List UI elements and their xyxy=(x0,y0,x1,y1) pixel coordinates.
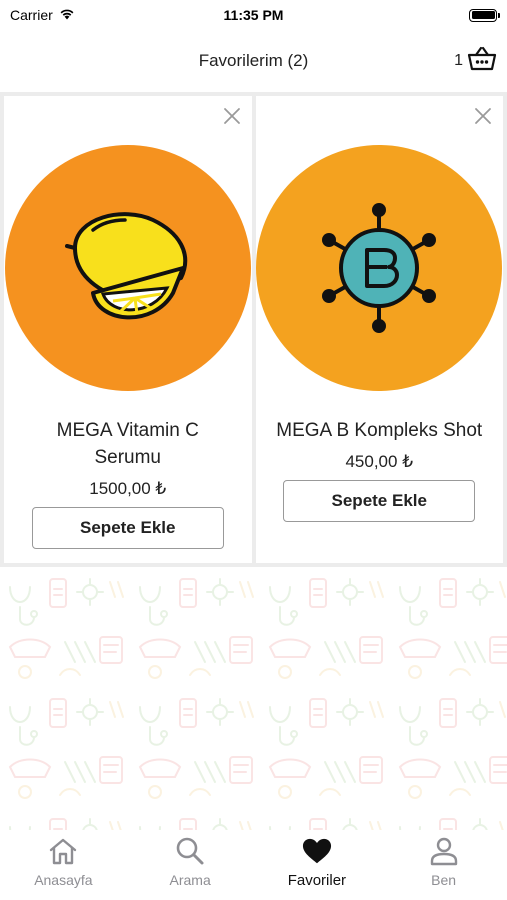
person-icon xyxy=(429,836,459,866)
battery-icon xyxy=(469,8,500,22)
tab-arama[interactable]: Arama xyxy=(127,830,254,900)
cart-count: 1 xyxy=(454,51,463,69)
add-to-cart-button[interactable]: Sepete Ekle xyxy=(31,507,224,549)
product-price: 1500,00 ₺ xyxy=(89,479,167,498)
product-name-line2: Serumu xyxy=(94,447,161,468)
navigation-header: Favorilerim (2) 1 xyxy=(0,30,507,92)
wifi-icon xyxy=(59,7,75,23)
tab-ben[interactable]: Ben xyxy=(380,830,507,900)
tab-anasayfa[interactable]: Anasayfa xyxy=(0,830,127,900)
heart-icon xyxy=(302,836,332,866)
product-card[interactable]: MEGA Vitamin C Serumu 1500,00 ₺ Sepete E… xyxy=(4,96,252,563)
b-complex-molecule-icon xyxy=(322,203,437,333)
product-name[interactable]: MEGA B Kompleks Shot xyxy=(266,417,492,444)
tab-label: Favoriler xyxy=(287,872,347,889)
status-right xyxy=(377,8,500,22)
product-name[interactable]: MEGA Vitamin C Serumu xyxy=(47,417,209,471)
remove-favorite-button[interactable] xyxy=(222,106,242,126)
status-time: 11:35 PM xyxy=(223,7,284,23)
favorites-grid: MEGA Vitamin C Serumu 1500,00 ₺ Sepete E… xyxy=(0,92,507,567)
product-card[interactable]: MEGA B Kompleks Shot 450,00 ₺ Sepete Ekl… xyxy=(255,96,503,563)
product-name-line1: MEGA Vitamin C xyxy=(56,420,199,441)
product-name-line1: MEGA B Kompleks Shot xyxy=(276,420,483,441)
remove-favorite-button[interactable] xyxy=(473,106,493,126)
status-bar: Carrier 11:35 PM xyxy=(0,0,507,30)
add-to-cart-button[interactable]: Sepete Ekle xyxy=(283,480,476,522)
tab-label: Ben xyxy=(431,872,457,888)
lemon-icon xyxy=(64,212,187,320)
tab-label: Arama xyxy=(169,872,211,888)
tab-bar: Anasayfa Arama Favoriler Ben xyxy=(0,830,507,900)
home-icon xyxy=(48,836,78,866)
product-image[interactable] xyxy=(256,145,503,391)
search-icon xyxy=(175,836,205,866)
tab-favoriler[interactable]: Favoriler xyxy=(254,830,381,900)
tab-label: Anasayfa xyxy=(34,872,93,888)
product-image[interactable] xyxy=(4,145,251,391)
decorative-pattern xyxy=(0,567,507,830)
close-icon xyxy=(223,108,240,124)
medical-pattern-icon xyxy=(0,567,507,830)
status-left: Carrier xyxy=(10,7,130,23)
page-title: Favorilerim (2) xyxy=(198,51,309,70)
carrier-label: Carrier xyxy=(10,7,53,23)
basket-icon xyxy=(467,44,497,77)
product-price: 450,00 ₺ xyxy=(345,452,414,471)
cart-button[interactable]: 1 xyxy=(454,44,497,77)
close-icon xyxy=(475,108,491,124)
